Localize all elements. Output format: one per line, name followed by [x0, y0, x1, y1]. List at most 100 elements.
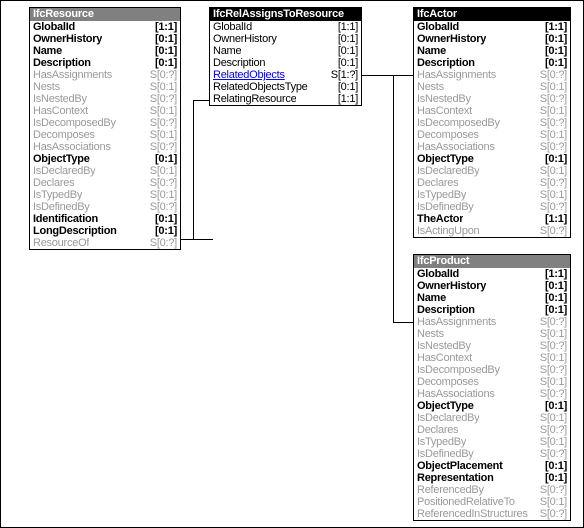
connector-relatedobjects-to-ifcproduct	[393, 322, 413, 323]
attribute-cardinality: [0:1]	[155, 33, 177, 45]
entity-ifcproduct-attributes: GlobalId [1:1] OwnerHistory [0:1] Name [0:1] D…	[414, 268, 570, 520]
attribute-row: Declares S[0:?]	[414, 177, 570, 189]
attribute-row: HasContext S[0:1]	[30, 105, 180, 117]
attribute-name: OwnerHistory	[417, 33, 487, 45]
attribute-row: Name [0:1]	[414, 292, 570, 304]
attribute-name: Name	[417, 45, 446, 57]
attribute-row: GlobalId [1:1]	[210, 21, 361, 33]
attribute-row: ObjectType [0:1]	[414, 153, 570, 165]
attribute-row: Identification [0:1]	[30, 213, 180, 225]
attribute-name[interactable]: RelatedObjects	[213, 69, 285, 81]
attribute-name: Name	[417, 292, 446, 304]
attribute-name: GlobalId	[417, 268, 459, 280]
entity-ifcactor[interactable]: IfcActor GlobalId [1:1] OwnerHistory [0:1] N…	[413, 7, 571, 238]
attribute-name: Nests	[417, 328, 444, 340]
attribute-cardinality: S[0:1]	[539, 81, 568, 93]
attribute-row: TheActor [1:1]	[414, 213, 570, 225]
attribute-cardinality: [0:1]	[155, 45, 177, 57]
entity-ifcproduct-title: IfcProduct	[414, 255, 570, 268]
attribute-cardinality: [0:1]	[337, 57, 358, 69]
attribute-row: HasAssignments S[0:?]	[414, 69, 570, 81]
attribute-row: IsDecomposedBy S[0:?]	[30, 117, 180, 129]
attribute-row: OwnerHistory [0:1]	[30, 33, 180, 45]
attribute-cardinality: [0:1]	[545, 33, 567, 45]
attribute-name: ObjectType	[417, 153, 474, 165]
diagram-canvas: IfcResource GlobalId [1:1] OwnerHistory [0:…	[0, 0, 584, 528]
attribute-row[interactable]: RelatedObjects S[1:?]	[210, 69, 361, 81]
attribute-cardinality: S[0:?]	[539, 484, 568, 496]
attribute-cardinality: [0:1]	[155, 153, 177, 165]
attribute-cardinality: S[0:?]	[539, 177, 568, 189]
attribute-row: HasContext S[0:1]	[414, 352, 570, 364]
attribute-cardinality: [0:1]	[545, 304, 567, 316]
attribute-name: IsTypedBy	[417, 436, 467, 448]
attribute-name: IsDecomposedBy	[417, 117, 500, 129]
attribute-name: Identification	[33, 213, 98, 225]
attribute-row: Name [0:1]	[414, 45, 570, 57]
entity-ifcrelassignstoresource[interactable]: IfcRelAssignsToResource GlobalId [1:1] Own…	[209, 7, 362, 106]
entity-ifcrelassignstoresource-title: IfcRelAssignsToResource	[210, 8, 361, 21]
attribute-cardinality: S[0:1]	[149, 189, 178, 201]
attribute-row: IsActingUpon S[0:?]	[414, 225, 570, 237]
attribute-cardinality: [0:1]	[337, 45, 358, 57]
attribute-cardinality: S[0:1]	[539, 165, 568, 177]
connector-relatedobjects-segment-a	[362, 75, 394, 76]
entity-ifcproduct[interactable]: IfcProduct GlobalId [1:1] OwnerHistory [0:1…	[413, 254, 571, 521]
attribute-name: OwnerHistory	[33, 33, 103, 45]
attribute-cardinality: S[0:1]	[539, 189, 568, 201]
attribute-name: HasAssociations	[33, 141, 111, 153]
attribute-row: GlobalId [1:1]	[30, 21, 180, 33]
attribute-name: ReferencedInStructures	[417, 508, 528, 520]
attribute-cardinality: [0:1]	[545, 472, 567, 484]
attribute-cardinality: S[0:?]	[149, 237, 178, 249]
attribute-cardinality: [1:1]	[545, 268, 567, 280]
attribute-cardinality: S[0:?]	[539, 225, 568, 237]
attribute-row: HasAssociations S[0:?]	[30, 141, 180, 153]
attribute-name: HasAssignments	[417, 69, 497, 81]
attribute-name: ObjectPlacement	[417, 460, 503, 472]
attribute-cardinality: S[0:?]	[149, 93, 178, 105]
attribute-name: IsDeclaredBy	[417, 412, 480, 424]
attribute-name: Name	[33, 45, 62, 57]
attribute-row: RelatingResource [1:1]	[210, 93, 361, 105]
attribute-row: ObjectPlacement [0:1]	[414, 460, 570, 472]
attribute-row: Decomposes S[0:1]	[414, 376, 570, 388]
attribute-cardinality: [1:1]	[545, 213, 567, 225]
attribute-row: IsNestedBy S[0:?]	[414, 93, 570, 105]
attribute-cardinality: S[0:1]	[149, 129, 178, 141]
attribute-name: HasContext	[417, 352, 472, 364]
attribute-row: Description [0:1]	[30, 57, 180, 69]
attribute-row: IsDefinedBy S[0:?]	[414, 201, 570, 213]
attribute-row: ObjectType [0:1]	[30, 153, 180, 165]
attribute-row: GlobalId [1:1]	[414, 21, 570, 33]
attribute-row: Description [0:1]	[414, 304, 570, 316]
attribute-name: OwnerHistory	[213, 33, 277, 45]
attribute-cardinality: [0:1]	[545, 280, 567, 292]
entity-ifcactor-title: IfcActor	[414, 8, 570, 21]
entity-ifcresource[interactable]: IfcResource GlobalId [1:1] OwnerHistory [0:…	[29, 7, 181, 250]
attribute-row: ResourceOf S[0:?]	[30, 237, 180, 249]
attribute-name: IsDeclaredBy	[33, 165, 96, 177]
attribute-name: IsDefinedBy	[33, 201, 90, 213]
attribute-name: HasContext	[417, 105, 472, 117]
connector-resourceof-segment-a	[181, 239, 213, 240]
attribute-name: ReferencedBy	[417, 484, 484, 496]
attribute-row: HasContext S[0:1]	[414, 105, 570, 117]
attribute-cardinality: S[0:1]	[539, 436, 568, 448]
attribute-row: GlobalId [1:1]	[414, 268, 570, 280]
attribute-cardinality: S[0:?]	[539, 316, 568, 328]
attribute-row: OwnerHistory [0:1]	[414, 280, 570, 292]
attribute-row: Name [0:1]	[210, 45, 361, 57]
attribute-cardinality: S[0:1]	[539, 105, 568, 117]
attribute-name: Declares	[417, 177, 459, 189]
attribute-name: IsTypedBy	[33, 189, 83, 201]
attribute-row: IsDecomposedBy S[0:?]	[414, 364, 570, 376]
attribute-name: Decomposes	[417, 376, 479, 388]
attribute-row: OwnerHistory [0:1]	[210, 33, 361, 45]
attribute-cardinality: [0:1]	[545, 153, 567, 165]
attribute-cardinality: [0:1]	[337, 81, 358, 93]
attribute-name: IsDecomposedBy	[417, 364, 500, 376]
attribute-name: ResourceOf	[33, 237, 90, 249]
attribute-row: IsDeclaredBy S[0:1]	[30, 165, 180, 177]
attribute-cardinality: S[0:?]	[539, 364, 568, 376]
